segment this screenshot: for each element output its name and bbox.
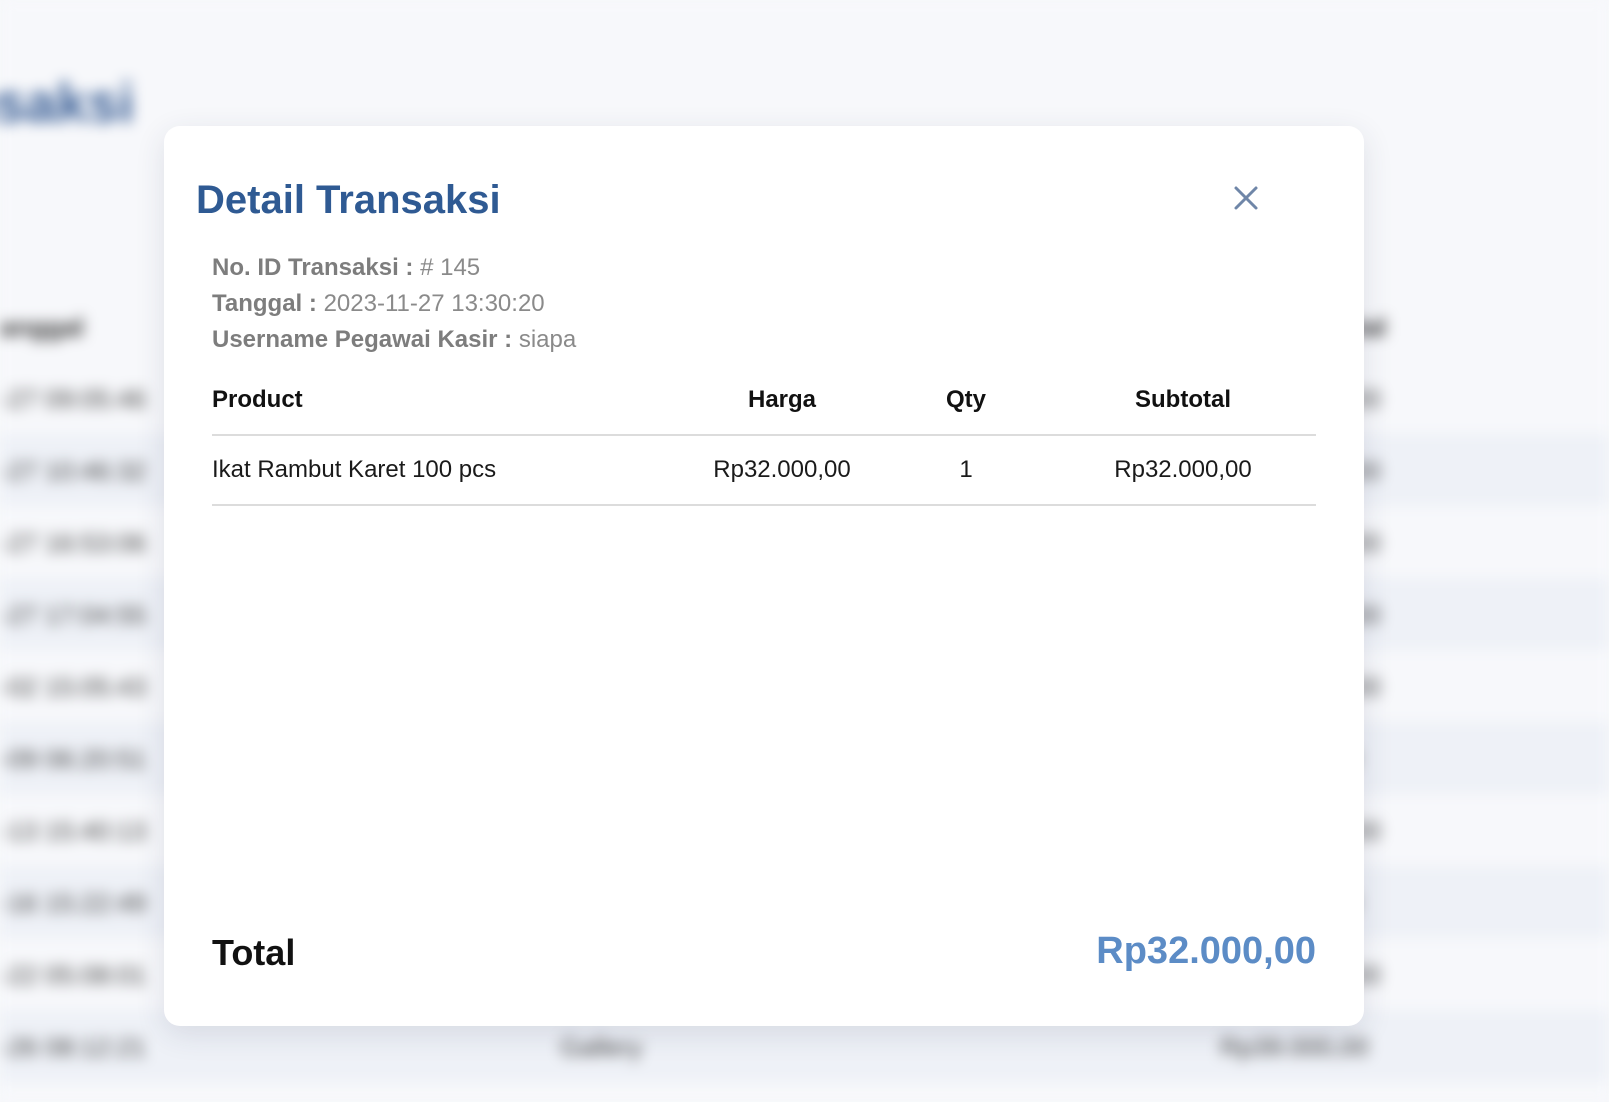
column-header-product: Product: [212, 366, 682, 436]
cashier-value: siapa: [518, 326, 577, 353]
background-row-date: -13 15:40:13: [0, 816, 147, 846]
table-row: Ikat Rambut Karet 100 pcs Rp32.000,00 1 …: [212, 435, 1316, 506]
transaction-id-label: No. ID Transaksi :: [212, 254, 414, 281]
background-row-date: -27 17:04:55: [0, 600, 147, 630]
background-column-header-date: anggal: [0, 312, 84, 342]
background-row-date: -27 16:53:06: [0, 528, 147, 558]
background-row-category: Gallery: [560, 1032, 643, 1062]
background-row-date: -27 09:05:46: [0, 384, 147, 414]
column-header-qty: Qty: [882, 366, 1050, 436]
column-header-subtotal: Subtotal: [1050, 366, 1316, 436]
transaction-id-value: # 145: [420, 254, 481, 281]
cashier-label: Username Pegawai Kasir :: [212, 326, 513, 353]
close-button[interactable]: [1222, 174, 1270, 222]
transaction-id-line: No. ID Transaksi : # 145: [212, 250, 576, 286]
table-header-row: Product Harga Qty Subtotal: [212, 366, 1316, 436]
transaction-info: No. ID Transaksi : # 145 Tanggal : 2023-…: [212, 250, 576, 358]
total-value: Rp32.000,00: [1096, 930, 1316, 972]
total-label: Total: [212, 932, 296, 973]
cell-harga: Rp32.000,00: [682, 435, 882, 506]
background-page-title: nsaksi: [0, 71, 135, 134]
transaction-date-value: 2023-11-27 13:30:20: [323, 290, 545, 317]
background-row-date: -02 15:05:43: [0, 672, 147, 702]
transaction-date-line: Tanggal : 2023-11-27 13:30:20: [212, 286, 576, 322]
background-row-date: -22 05:08:01: [0, 960, 147, 990]
background-row-date: -27 10:46:32: [0, 456, 147, 486]
cell-qty: 1: [882, 435, 1050, 506]
background-row-date: -16 15:22:49: [0, 888, 147, 918]
column-header-harga: Harga: [682, 366, 882, 436]
background-row-date: -26 08:12:21: [0, 1032, 147, 1062]
cell-product: Ikat Rambut Karet 100 pcs: [212, 435, 682, 506]
modal-title: Detail Transaksi: [196, 178, 501, 222]
background-row-date: -09 06:20:51: [0, 744, 147, 774]
cashier-line: Username Pegawai Kasir : siapa: [212, 322, 576, 358]
close-icon: [1234, 186, 1258, 210]
transaction-date-label: Tanggal :: [212, 290, 317, 317]
cell-subtotal: Rp32.000,00: [1050, 435, 1316, 506]
background-row-amount: Rp39.000,00: [1220, 1032, 1369, 1062]
items-table: Product Harga Qty Subtotal Ikat Rambut K…: [212, 366, 1316, 506]
transaction-detail-modal: Detail Transaksi No. ID Transaksi : # 14…: [164, 126, 1364, 1026]
